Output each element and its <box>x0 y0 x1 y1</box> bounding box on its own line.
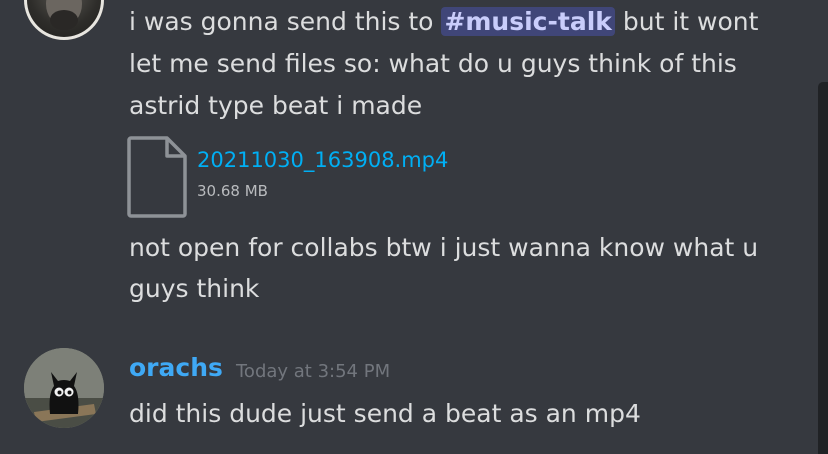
message-author-username[interactable]: orachs <box>129 353 223 382</box>
avatar-previous-author[interactable] <box>24 0 104 40</box>
message-timestamp: Today at 3:54 PM <box>236 361 391 382</box>
attachment-file-size: 30.68 MB <box>197 182 268 200</box>
message-line: i was gonna send this to #music-talk but… <box>129 1 758 43</box>
message-text: but it wont <box>614 7 759 36</box>
avatar-orachs[interactable] <box>24 348 104 428</box>
file-icon <box>127 136 187 218</box>
message-line: did this dude just send a beat as an mp4 <box>129 399 641 428</box>
message-text: i was gonna send this to <box>129 7 442 36</box>
avatar-image <box>46 0 82 30</box>
channel-mention-music-talk[interactable]: #music-talk <box>441 7 615 36</box>
message-line: astrid type beat i made <box>129 91 423 120</box>
message-line: let me send files so: what do u guys thi… <box>129 49 737 78</box>
message-line: not open for collabs btw i just wanna kn… <box>129 233 759 262</box>
scrollbar-track[interactable] <box>818 82 828 454</box>
black-cat-avatar-icon <box>24 348 104 428</box>
attachment-filename-link[interactable]: 20211030_163908.mp4 <box>197 148 448 172</box>
file-attachment[interactable]: 20211030_163908.mp4 30.68 MB <box>127 136 448 218</box>
message-line: guys think <box>129 274 260 303</box>
